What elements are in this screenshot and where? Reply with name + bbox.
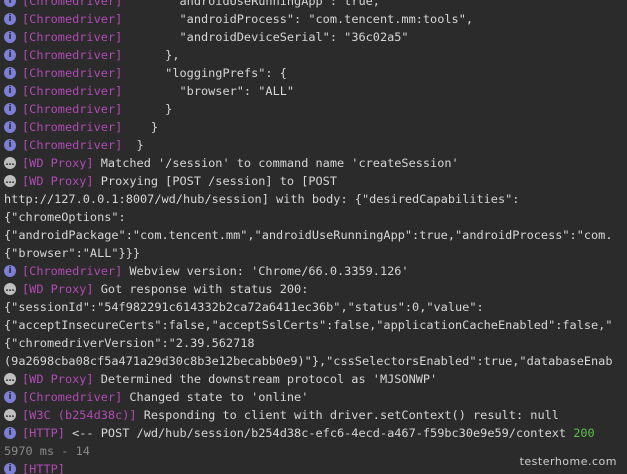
log-text: [Chromedriver] } (22, 118, 158, 136)
log-text: [Chromedriver] "androidDeviceSerial": "3… (22, 28, 409, 46)
log-text: [WD Proxy] Got response with status 200: (22, 280, 308, 298)
info-icon: i (4, 13, 16, 25)
log-text: [Chromedriver] Changed state to 'online' (22, 388, 308, 406)
log-message: "browser": "ALL" (122, 84, 295, 98)
log-text: {"acceptInsecureCerts":false,"acceptSslC… (4, 316, 613, 334)
log-text: [HTTP] (22, 460, 65, 474)
terminal-log-view: i [Chromedriver] androidUseRunningApp : t… (0, 0, 627, 474)
log-text: [Chromedriver] } (22, 100, 172, 118)
log-message: "loggingPrefs": { (122, 66, 287, 80)
log-text: {"browser":"ALL"}}} (4, 244, 140, 262)
log-message: androidUseRunningApp : true, (122, 0, 380, 8)
log-message: {"androidPackage":"com.tencent.mm","andr… (4, 228, 613, 242)
watermark: testerhome.com (519, 455, 617, 468)
log-text: [Chromedriver] "browser": "ALL" (22, 82, 294, 100)
log-source-tag: [WD Proxy] (22, 174, 94, 188)
log-message: Responding to client with driver.setCont… (136, 408, 559, 422)
log-text: [Chromedriver] "androidProcess": "com.te… (22, 10, 473, 28)
message-icon: … (4, 175, 16, 187)
log-message: {"browser":"ALL"}}} (4, 246, 141, 260)
log-message: Determined the downstream protocol as 'M… (93, 372, 438, 386)
info-icon: i (4, 67, 16, 79)
log-message: 5970 ms - 14 (4, 444, 90, 458)
log-source-tag: [Chromedriver] (22, 12, 123, 26)
log-text: [WD Proxy] Proxying [POST /session] to [… (22, 172, 337, 190)
info-icon: i (4, 85, 16, 97)
info-icon: i (4, 0, 16, 7)
log-source-tag: [Chromedriver] (22, 30, 123, 44)
log-source-tag: [Chromedriver] (22, 66, 123, 80)
log-message: Changed state to 'online' (122, 390, 309, 404)
log-message: } (122, 138, 144, 152)
log-message: } (122, 102, 173, 116)
log-source-tag: [Chromedriver] (22, 138, 123, 152)
info-icon: i (4, 103, 16, 115)
log-text: [W3C (b254d38c)] Responding to client wi… (22, 406, 559, 424)
info-icon: i (4, 391, 16, 403)
info-icon: i (4, 463, 16, 474)
log-message: "androidDeviceSerial": "36c02a5" (122, 30, 409, 44)
message-icon: … (4, 373, 16, 385)
http-status-code: 200 (573, 426, 595, 440)
log-text: {"androidPackage":"com.tencent.mm","andr… (4, 226, 613, 244)
log-source-tag: [Chromedriver] (22, 102, 123, 116)
log-source-tag: [WD Proxy] (22, 282, 94, 296)
log-text: [Chromedriver] Webview version: 'Chrome/… (22, 262, 409, 280)
log-source-tag: [W3C (b254d38c)] (22, 408, 137, 422)
message-icon: … (4, 409, 16, 421)
message-icon: … (4, 283, 16, 295)
info-icon: i (4, 427, 16, 439)
log-text: 5970 ms - 14 (4, 442, 90, 460)
log-text: [HTTP] <-- POST /wd/hub/session/b254d38c… (22, 424, 595, 442)
log-text: [WD Proxy] Determined the downstream pro… (22, 370, 437, 388)
log-source-tag: [HTTP] (22, 462, 65, 474)
log-text: http://127.0.0.1:8007/wd/hub/session] wi… (4, 190, 519, 208)
log-text: [Chromedriver] } (22, 136, 144, 154)
log-message: {"chromeOptions": (4, 210, 126, 224)
info-icon: i (4, 31, 16, 43)
log-source-tag: [HTTP] (22, 426, 65, 440)
log-message: "androidProcess": "com.tencent.mm:tools"… (122, 12, 474, 26)
message-icon: … (4, 157, 16, 169)
log-message: <-- POST /wd/hub/session/b254d38c-efc6-4… (64, 426, 574, 440)
log-message: Got response with status 200: (93, 282, 309, 296)
log-text: {"sessionId":"54f982291c614332b2ca72a641… (4, 298, 484, 316)
log-text: [Chromedriver] }, (22, 46, 180, 64)
log-source-tag: [Chromedriver] (22, 390, 123, 404)
log-source-tag: [Chromedriver] (22, 120, 123, 134)
log-message: http://127.0.0.1:8007/wd/hub/session] wi… (4, 192, 520, 206)
log-text: (9a2698cba08cf5a471a29d30c8b3e12becabb0e… (4, 352, 613, 370)
info-icon: i (4, 49, 16, 61)
log-text: [Chromedriver] "loggingPrefs": { (22, 64, 287, 82)
info-icon: i (4, 265, 16, 277)
log-source-tag: [WD Proxy] (22, 372, 94, 386)
log-message: Matched '/session' to command name 'crea… (93, 156, 459, 170)
log-message: Webview version: 'Chrome/66.0.3359.126' (122, 264, 409, 278)
log-message: }, (122, 48, 180, 62)
log-source-tag: [Chromedriver] (22, 48, 123, 62)
log-source-tag: [Chromedriver] (22, 264, 123, 278)
log-message: {"sessionId":"54f982291c614332b2ca72a641… (4, 300, 484, 314)
log-text: {"chromeOptions": (4, 208, 126, 226)
log-source-tag: [WD Proxy] (22, 156, 94, 170)
log-message: Proxying [POST /session] to [POST (93, 174, 337, 188)
log-text: [WD Proxy] Matched '/session' to command… (22, 154, 459, 172)
info-icon: i (4, 139, 16, 151)
log-text: {"chromedriverVersion":"2.39.562718 (4, 334, 255, 352)
log-text: [Chromedriver] androidUseRunningApp : tr… (22, 0, 380, 10)
info-icon: i (4, 121, 16, 133)
log-message: {"acceptInsecureCerts":false,"acceptSslC… (4, 318, 613, 332)
log-message: } (122, 120, 159, 134)
log-source-tag: [Chromedriver] (22, 0, 123, 8)
log-message: (9a2698cba08cf5a471a29d30c8b3e12becabb0e… (4, 354, 613, 368)
log-source-tag: [Chromedriver] (22, 84, 123, 98)
log-message: {"chromedriverVersion":"2.39.562718 (4, 336, 255, 350)
